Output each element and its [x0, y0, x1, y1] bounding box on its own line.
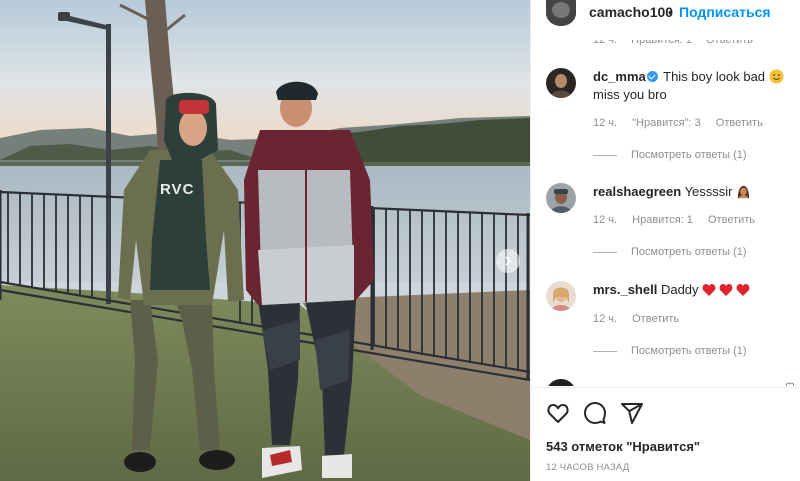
commenter-username[interactable]: mrs._shell — [593, 282, 657, 297]
chevron-right-icon — [505, 256, 512, 266]
author-avatar[interactable] — [546, 0, 576, 26]
separator-dot: • — [668, 4, 673, 20]
verified-badge-icon — [646, 71, 658, 82]
post-header: camacho100 • Подписаться — [531, 0, 800, 40]
like-heart-icon[interactable] — [546, 401, 570, 425]
post-photo[interactable]: RVC — [0, 0, 530, 481]
comment-text: dc_mma This boy look bad miss you bro — [593, 68, 789, 104]
comment-time: 12 ч. — [593, 117, 618, 129]
commenter-username[interactable]: realshaegreen — [593, 184, 681, 199]
comments-list[interactable]: 12 ч. Нравится: 1 Ответить dc_mma This b… — [531, 30, 800, 386]
comment-body-line2: miss you bro — [593, 87, 667, 102]
comment-body: Yessssir — [684, 184, 733, 199]
comment-body: This boy look bad — [663, 69, 766, 84]
comment-meta: 12 ч. Ответить — [593, 313, 691, 325]
photo-image: RVC — [0, 0, 530, 481]
follow-button[interactable]: Подписаться — [679, 4, 771, 20]
view-replies-button[interactable]: Посмотреть ответы (1) — [593, 149, 747, 161]
comment-likes[interactable]: "Нравится": 3 — [632, 117, 701, 129]
person-emoji-icon — [738, 185, 750, 199]
commenter-username[interactable]: dc_mma — [593, 69, 646, 84]
view-replies-label: Посмотреть ответы (1) — [631, 149, 747, 161]
replies-divider — [593, 154, 617, 156]
comment-text: mrs._shell Daddy — [593, 281, 789, 299]
red-heart-icon — [702, 284, 750, 296]
replies-divider — [593, 251, 617, 253]
reply-button[interactable]: Ответить — [708, 214, 755, 226]
like-comment-icon[interactable] — [786, 382, 794, 386]
next-photo-button[interactable] — [496, 249, 520, 273]
share-send-icon[interactable] — [620, 401, 644, 425]
commenter-avatar[interactable] — [546, 68, 576, 98]
comment-time: 12 ч. — [593, 313, 618, 325]
likes-count[interactable]: 543 отметок "Нравится" — [546, 439, 700, 454]
hoodie-text: RVC — [160, 181, 194, 198]
view-replies-button[interactable]: Посмотреть ответы (1) — [593, 246, 747, 258]
post-panel: camacho100 • Подписаться 12 ч. Нравится:… — [530, 0, 800, 481]
comment-meta: 12 ч. "Нравится": 3 Ответить — [593, 117, 775, 129]
view-replies-label: Посмотреть ответы (1) — [631, 246, 747, 258]
comment-body: Daddy — [660, 282, 699, 297]
reply-button[interactable]: Ответить — [632, 313, 679, 325]
comment-likes[interactable]: Нравится: 1 — [632, 214, 693, 226]
comment-meta: 12 ч. Нравится: 1 Ответить — [593, 214, 767, 226]
comment-bubble-icon[interactable] — [583, 401, 607, 425]
comment-text: realshaegreen Yessssir — [593, 183, 789, 201]
post-timestamp[interactable]: 12 ЧАСОВ НАЗАД — [546, 462, 629, 473]
commenter-avatar[interactable] — [546, 379, 576, 386]
replies-divider — [593, 350, 617, 352]
smiling-face-icon — [769, 69, 784, 84]
view-replies-button[interactable]: Посмотреть ответы (1) — [593, 345, 747, 357]
reply-button[interactable]: Ответить — [716, 117, 763, 129]
view-replies-label: Посмотреть ответы (1) — [631, 345, 747, 357]
post-actions: 543 отметок "Нравится" 12 ЧАСОВ НАЗАД — [531, 387, 800, 481]
author-username[interactable]: camacho100 — [589, 4, 673, 20]
commenter-avatar[interactable] — [546, 281, 576, 311]
comment-time: 12 ч. — [593, 214, 618, 226]
commenter-avatar[interactable] — [546, 183, 576, 213]
